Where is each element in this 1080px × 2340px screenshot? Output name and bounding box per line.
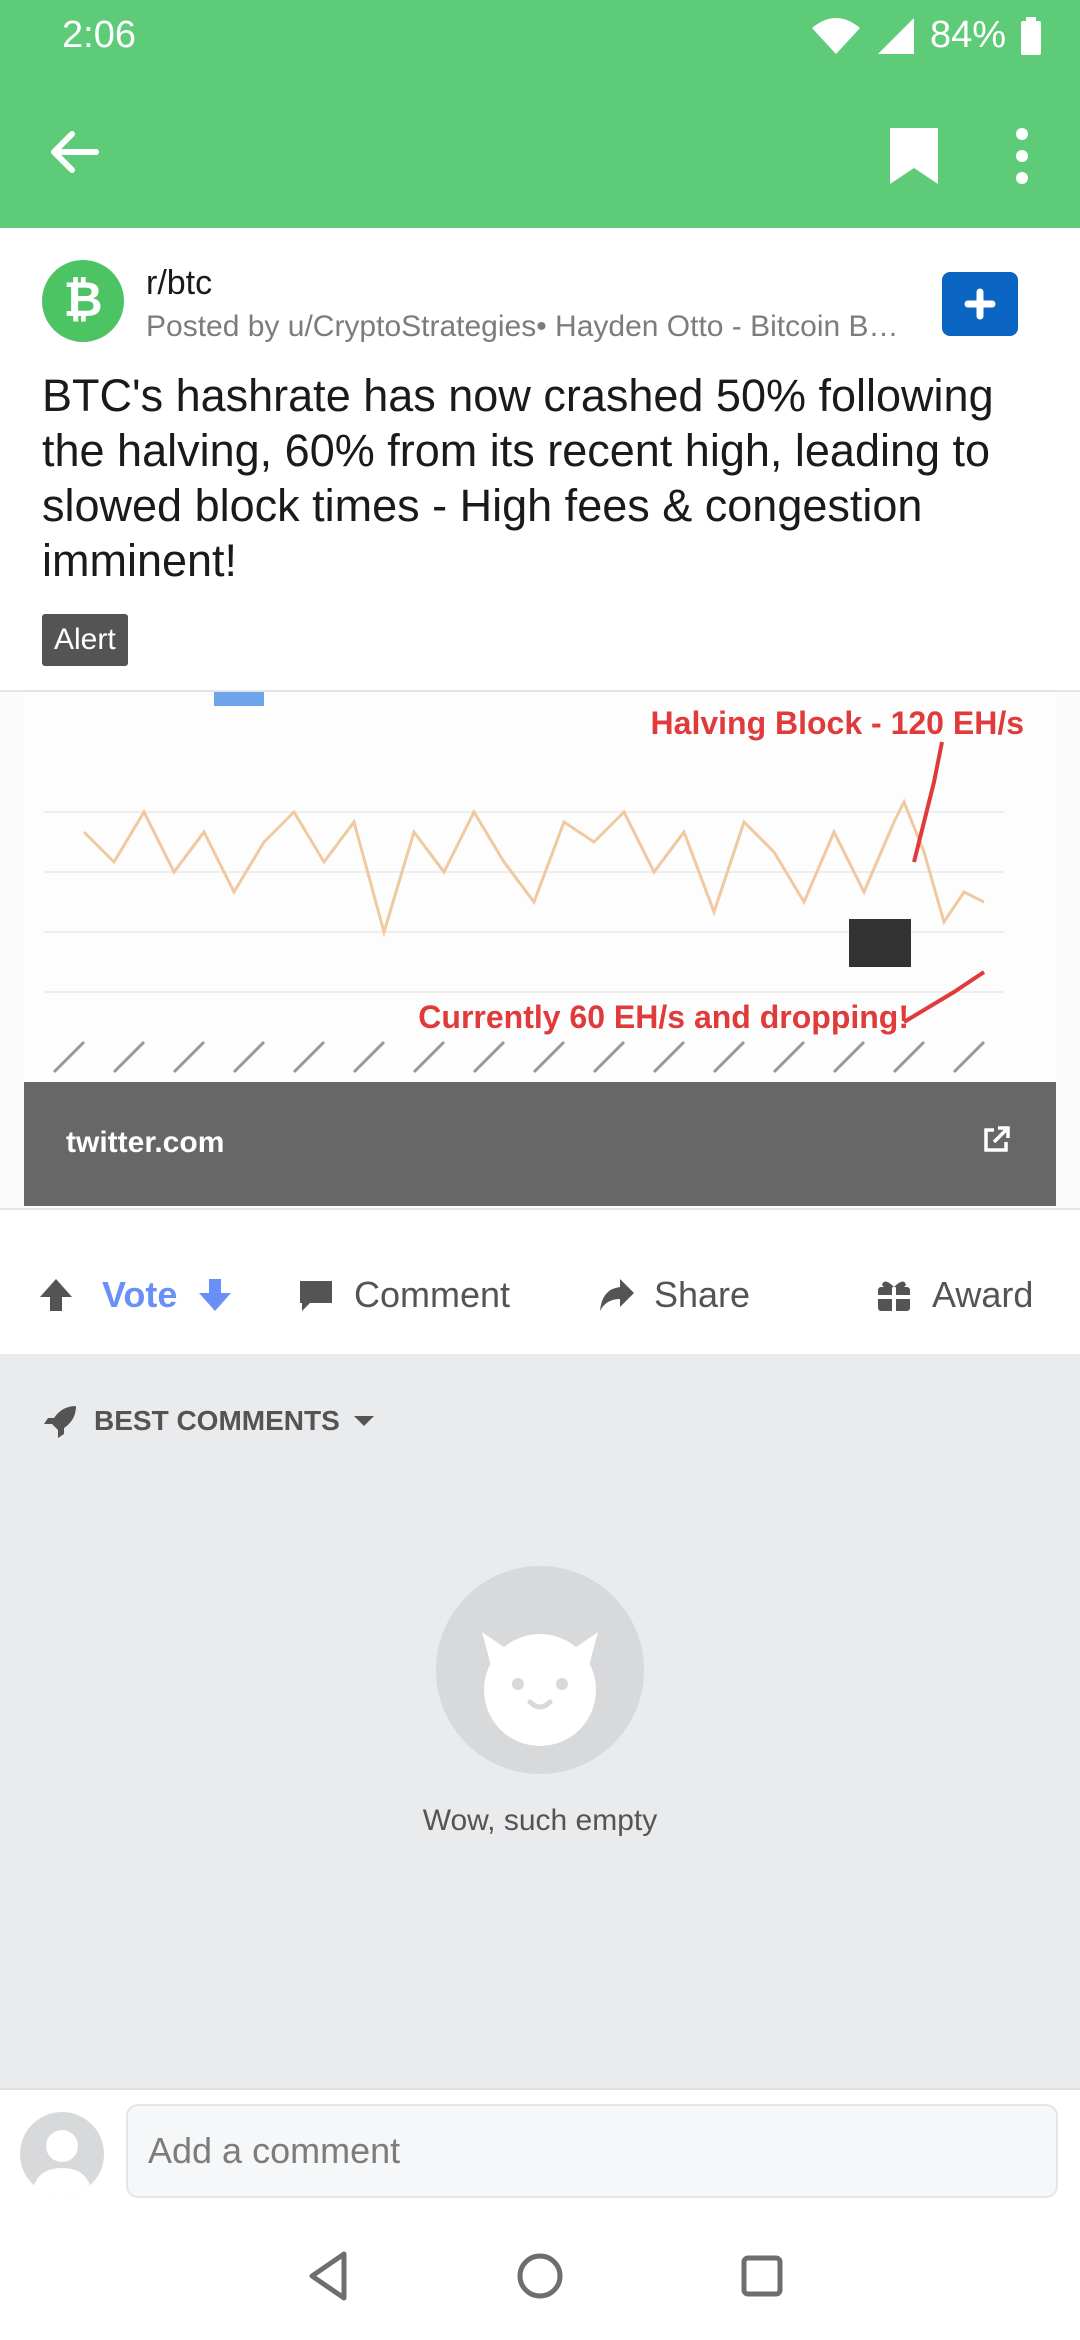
post-flair: Alert xyxy=(42,614,128,666)
comment-sort-dropdown[interactable]: BEST COMMENTS xyxy=(42,1402,378,1440)
cat-face-icon xyxy=(482,1632,598,1746)
battery-percent: 84% xyxy=(929,14,1006,56)
status-time: 2:06 xyxy=(62,14,136,56)
share-icon xyxy=(600,1279,634,1311)
subreddit-name[interactable]: r/btc xyxy=(146,264,212,303)
more-vert-icon[interactable] xyxy=(1000,124,1044,188)
vote-label: Vote xyxy=(102,1274,178,1315)
rocket-icon xyxy=(44,1406,76,1438)
empty-state-text: Wow, such empty xyxy=(422,1804,658,1837)
vote-group: Vote xyxy=(36,1240,253,1350)
svg-text:₿: ₿ xyxy=(63,274,102,327)
nav-home-icon[interactable] xyxy=(510,2246,570,2306)
award-label: Award xyxy=(932,1274,1034,1315)
share-label: Share xyxy=(654,1274,751,1315)
wifi-icon xyxy=(811,17,860,54)
upvote-icon[interactable] xyxy=(36,1275,76,1315)
preview-annotation-top: Halving Block - 120 EH/s xyxy=(651,705,1024,741)
back-arrow-icon[interactable] xyxy=(44,122,104,182)
system-nav-bar xyxy=(0,2210,1080,2340)
award-button[interactable]: Award xyxy=(874,1240,1033,1350)
comment-composer: Add a comment xyxy=(0,2088,1080,2212)
app-bar xyxy=(0,80,1080,228)
user-avatar[interactable] xyxy=(20,2112,104,2196)
gift-icon xyxy=(878,1281,910,1311)
user-silhouette-icon xyxy=(32,2130,92,2196)
bitcoin-icon: ₿ xyxy=(63,274,102,327)
downvote-icon[interactable] xyxy=(195,1275,235,1315)
comment-sort-label: BEST COMMENTS xyxy=(94,1405,340,1436)
comment-label: Comment xyxy=(354,1274,511,1315)
cell-signal-icon xyxy=(877,17,914,54)
open-external-icon xyxy=(984,1126,1010,1152)
status-icons: 84% xyxy=(810,14,1042,57)
battery-icon xyxy=(1021,16,1041,55)
preview-annotation-bottom: Currently 60 EH/s and dropping! xyxy=(418,999,909,1035)
status-bar: 2:06 84% xyxy=(0,0,1080,80)
plus-icon xyxy=(964,288,996,320)
nav-recents-icon[interactable] xyxy=(732,2246,792,2306)
join-button[interactable] xyxy=(942,272,1018,336)
link-domain: twitter.com xyxy=(66,1126,225,1159)
comment-button[interactable]: Comment xyxy=(296,1240,510,1350)
share-button[interactable]: Share xyxy=(596,1240,750,1350)
link-preview[interactable]: Halving Block - 120 EH/s Currently 60 EH… xyxy=(0,690,1080,1210)
post-actions: Vote Comment Share Award xyxy=(0,1240,1080,1350)
chevron-down-icon xyxy=(353,1416,374,1426)
subreddit-avatar[interactable]: ₿ xyxy=(42,260,124,342)
bookmark-icon[interactable] xyxy=(884,124,944,188)
nav-back-icon[interactable] xyxy=(300,2246,360,2306)
comment-icon xyxy=(300,1281,332,1311)
link-domain-bar[interactable]: twitter.com xyxy=(24,1082,1056,1206)
post-title[interactable]: BTC's hashrate has now crashed 50% follo… xyxy=(42,368,1042,588)
empty-state-illustration xyxy=(436,1566,644,1774)
add-comment-input[interactable]: Add a comment xyxy=(126,2104,1058,2198)
posted-by[interactable]: Posted by u/CryptoStrategies• Hayden Ott… xyxy=(146,310,936,344)
comments-section: BEST COMMENTS Wow, such empty xyxy=(0,1354,1080,2088)
